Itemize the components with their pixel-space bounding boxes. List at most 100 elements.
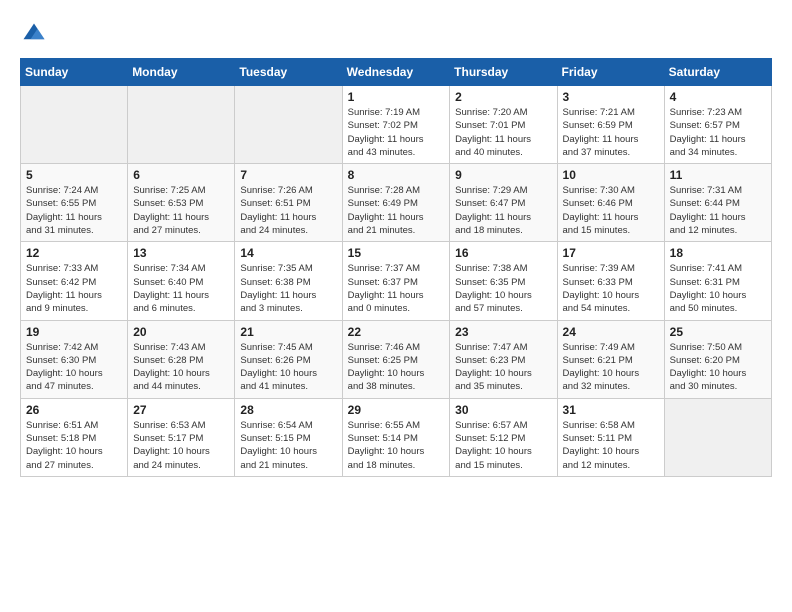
calendar-cell [235, 86, 342, 164]
day-info: Sunrise: 7:30 AM Sunset: 6:46 PM Dayligh… [563, 184, 659, 237]
day-number: 29 [348, 403, 445, 417]
day-number: 7 [240, 168, 336, 182]
calendar-cell: 27 Sunrise: 6:53 AM Sunset: 5:17 PM Dayli… [128, 398, 235, 476]
day-number: 30 [455, 403, 551, 417]
calendar-cell: 16Sunrise: 7:38 AM Sunset: 6:35 PM Dayli… [450, 242, 557, 320]
calendar-cell: 30Sunrise: 6:57 AM Sunset: 5:12 PM Dayli… [450, 398, 557, 476]
calendar-cell: 6Sunrise: 7:25 AM Sunset: 6:53 PM Daylig… [128, 164, 235, 242]
day-info: Sunrise: 6:54 AM Sunset: 5:15 PM Dayligh… [240, 419, 336, 472]
weekday-header-monday: Monday [128, 59, 235, 86]
day-number: 17 [563, 246, 659, 260]
day-number: 12 [26, 246, 122, 260]
day-number: 28 [240, 403, 336, 417]
day-number: 11 [670, 168, 766, 182]
day-info: Sunrise: 6:58 AM Sunset: 5:11 PM Dayligh… [563, 419, 659, 472]
calendar-week-row: 26Sunrise: 6:51 AM Sunset: 5:18 PM Dayli… [21, 398, 772, 476]
day-number: 22 [348, 325, 445, 339]
day-number: 1 [348, 90, 445, 104]
calendar-week-row: 5 Sunrise: 7:24 AM Sunset: 6:55 PM Daylig… [21, 164, 772, 242]
calendar-cell: 14Sunrise: 7:35 AM Sunset: 6:38 PM Dayli… [235, 242, 342, 320]
day-number: 9 [455, 168, 551, 182]
weekday-header-sunday: Sunday [21, 59, 128, 86]
calendar-week-row: 12 Sunrise: 7:33 AM Sunset: 6:42 PM Dayli… [21, 242, 772, 320]
calendar-cell: 23Sunrise: 7:47 AM Sunset: 6:23 PM Dayli… [450, 320, 557, 398]
calendar-cell: 5 Sunrise: 7:24 AM Sunset: 6:55 PM Daylig… [21, 164, 128, 242]
calendar-cell: 25 Sunrise: 7:50 AM Sunset: 6:20 PM Dayli… [664, 320, 771, 398]
day-number: 6 [133, 168, 229, 182]
day-info: Sunrise: 6:53 AM Sunset: 5:17 PM Dayligh… [133, 419, 229, 472]
day-number: 8 [348, 168, 445, 182]
day-info: Sunrise: 7:42 AM Sunset: 6:30 PM Dayligh… [26, 341, 122, 394]
calendar-cell [664, 398, 771, 476]
day-number: 20 [133, 325, 229, 339]
calendar-cell: 2 Sunrise: 7:20 AM Sunset: 7:01 PM Daylig… [450, 86, 557, 164]
day-number: 18 [670, 246, 766, 260]
calendar-cell: 8 Sunrise: 7:28 AM Sunset: 6:49 PM Daylig… [342, 164, 450, 242]
calendar-cell: 11 Sunrise: 7:31 AM Sunset: 6:44 PM Dayli… [664, 164, 771, 242]
calendar-cell: 24 Sunrise: 7:49 AM Sunset: 6:21 PM Dayli… [557, 320, 664, 398]
weekday-header-row: SundayMondayTuesdayWednesdayThursdayFrid… [21, 59, 772, 86]
calendar-cell: 15 Sunrise: 7:37 AM Sunset: 6:37 PM Dayli… [342, 242, 450, 320]
day-number: 19 [26, 325, 122, 339]
weekday-header-thursday: Thursday [450, 59, 557, 86]
calendar-cell: 10 Sunrise: 7:30 AM Sunset: 6:46 PM Dayli… [557, 164, 664, 242]
day-number: 4 [670, 90, 766, 104]
day-info: Sunrise: 7:45 AM Sunset: 6:26 PM Dayligh… [240, 341, 336, 394]
calendar-cell: 12 Sunrise: 7:33 AM Sunset: 6:42 PM Dayli… [21, 242, 128, 320]
day-number: 5 [26, 168, 122, 182]
calendar-cell: 3Sunrise: 7:21 AM Sunset: 6:59 PM Daylig… [557, 86, 664, 164]
calendar-cell: 7 Sunrise: 7:26 AM Sunset: 6:51 PM Daylig… [235, 164, 342, 242]
day-info: Sunrise: 7:50 AM Sunset: 6:20 PM Dayligh… [670, 341, 766, 394]
calendar-cell: 29Sunrise: 6:55 AM Sunset: 5:14 PM Dayli… [342, 398, 450, 476]
day-info: Sunrise: 7:23 AM Sunset: 6:57 PM Dayligh… [670, 106, 766, 159]
calendar-table: SundayMondayTuesdayWednesdayThursdayFrid… [20, 58, 772, 477]
calendar-cell: 31 Sunrise: 6:58 AM Sunset: 5:11 PM Dayli… [557, 398, 664, 476]
weekday-header-saturday: Saturday [664, 59, 771, 86]
calendar-cell: 18 Sunrise: 7:41 AM Sunset: 6:31 PM Dayli… [664, 242, 771, 320]
day-info: Sunrise: 7:34 AM Sunset: 6:40 PM Dayligh… [133, 262, 229, 315]
day-info: Sunrise: 7:37 AM Sunset: 6:37 PM Dayligh… [348, 262, 445, 315]
calendar-cell: 20 Sunrise: 7:43 AM Sunset: 6:28 PM Dayli… [128, 320, 235, 398]
day-number: 10 [563, 168, 659, 182]
calendar-cell: 19 Sunrise: 7:42 AM Sunset: 6:30 PM Dayli… [21, 320, 128, 398]
day-info: Sunrise: 7:19 AM Sunset: 7:02 PM Dayligh… [348, 106, 445, 159]
day-info: Sunrise: 7:49 AM Sunset: 6:21 PM Dayligh… [563, 341, 659, 394]
calendar-cell: 21Sunrise: 7:45 AM Sunset: 6:26 PM Dayli… [235, 320, 342, 398]
day-info: Sunrise: 7:35 AM Sunset: 6:38 PM Dayligh… [240, 262, 336, 315]
day-number: 3 [563, 90, 659, 104]
logo [20, 20, 52, 48]
day-info: Sunrise: 7:38 AM Sunset: 6:35 PM Dayligh… [455, 262, 551, 315]
logo-icon [20, 20, 48, 48]
day-info: Sunrise: 7:26 AM Sunset: 6:51 PM Dayligh… [240, 184, 336, 237]
weekday-header-wednesday: Wednesday [342, 59, 450, 86]
day-info: Sunrise: 7:31 AM Sunset: 6:44 PM Dayligh… [670, 184, 766, 237]
day-info: Sunrise: 7:20 AM Sunset: 7:01 PM Dayligh… [455, 106, 551, 159]
day-info: Sunrise: 7:33 AM Sunset: 6:42 PM Dayligh… [26, 262, 122, 315]
calendar-cell: 1 Sunrise: 7:19 AM Sunset: 7:02 PM Daylig… [342, 86, 450, 164]
day-info: Sunrise: 6:51 AM Sunset: 5:18 PM Dayligh… [26, 419, 122, 472]
calendar-cell: 28 Sunrise: 6:54 AM Sunset: 5:15 PM Dayli… [235, 398, 342, 476]
calendar-cell: 22Sunrise: 7:46 AM Sunset: 6:25 PM Dayli… [342, 320, 450, 398]
day-info: Sunrise: 7:43 AM Sunset: 6:28 PM Dayligh… [133, 341, 229, 394]
day-number: 31 [563, 403, 659, 417]
calendar-cell: 17 Sunrise: 7:39 AM Sunset: 6:33 PM Dayli… [557, 242, 664, 320]
day-info: Sunrise: 7:24 AM Sunset: 6:55 PM Dayligh… [26, 184, 122, 237]
calendar-week-row: 1 Sunrise: 7:19 AM Sunset: 7:02 PM Daylig… [21, 86, 772, 164]
page-header [20, 20, 772, 48]
day-info: Sunrise: 7:39 AM Sunset: 6:33 PM Dayligh… [563, 262, 659, 315]
calendar-cell: 13 Sunrise: 7:34 AM Sunset: 6:40 PM Dayli… [128, 242, 235, 320]
day-number: 27 [133, 403, 229, 417]
calendar-week-row: 19 Sunrise: 7:42 AM Sunset: 6:30 PM Dayli… [21, 320, 772, 398]
calendar-cell: 4 Sunrise: 7:23 AM Sunset: 6:57 PM Daylig… [664, 86, 771, 164]
day-number: 24 [563, 325, 659, 339]
day-info: Sunrise: 7:41 AM Sunset: 6:31 PM Dayligh… [670, 262, 766, 315]
day-number: 2 [455, 90, 551, 104]
day-info: Sunrise: 7:29 AM Sunset: 6:47 PM Dayligh… [455, 184, 551, 237]
day-number: 15 [348, 246, 445, 260]
day-info: Sunrise: 7:28 AM Sunset: 6:49 PM Dayligh… [348, 184, 445, 237]
day-number: 23 [455, 325, 551, 339]
calendar-cell [128, 86, 235, 164]
day-number: 25 [670, 325, 766, 339]
calendar-cell: 26Sunrise: 6:51 AM Sunset: 5:18 PM Dayli… [21, 398, 128, 476]
day-number: 13 [133, 246, 229, 260]
